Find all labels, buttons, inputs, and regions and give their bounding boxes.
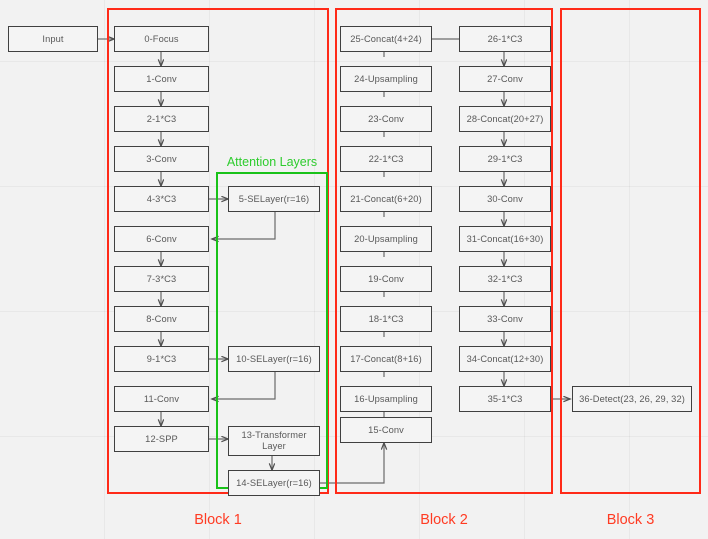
node-7-c3[interactable]: 7-3*C3 xyxy=(114,266,209,292)
attention-layers-label: Attention Layers xyxy=(226,155,318,169)
node-33-conv[interactable]: 33-Conv xyxy=(459,306,551,332)
node-32-c3[interactable]: 32-1*C3 xyxy=(459,266,551,292)
node-10-selayer[interactable]: 10-SELayer(r=16) xyxy=(228,346,320,372)
node-28-concat[interactable]: 28-Concat(20+27) xyxy=(459,106,551,132)
node-14-selayer[interactable]: 14-SELayer(r=16) xyxy=(228,470,320,496)
node-15-conv[interactable]: 15-Conv xyxy=(340,417,432,443)
diagram-canvas: Attention Layers Block 1 Block 2 Block 3 xyxy=(0,0,708,539)
block-2-label: Block 2 xyxy=(420,512,468,528)
node-31-concat[interactable]: 31-Concat(16+30) xyxy=(459,226,551,252)
node-13-transformer-layer[interactable]: 13-Transformer Layer xyxy=(228,426,320,456)
node-9-c3[interactable]: 9-1*C3 xyxy=(114,346,209,372)
node-23-conv[interactable]: 23-Conv xyxy=(340,106,432,132)
node-16-upsampling[interactable]: 16-Upsampling xyxy=(340,386,432,412)
node-17-concat[interactable]: 17-Concat(8+16) xyxy=(340,346,432,372)
node-3-conv[interactable]: 3-Conv xyxy=(114,146,209,172)
block-1-label: Block 1 xyxy=(194,512,242,528)
node-18-c3[interactable]: 18-1*C3 xyxy=(340,306,432,332)
node-21-concat[interactable]: 21-Concat(6+20) xyxy=(340,186,432,212)
node-25-concat[interactable]: 25-Concat(4+24) xyxy=(340,26,432,52)
node-29-c3[interactable]: 29-1*C3 xyxy=(459,146,551,172)
block-3-label: Block 3 xyxy=(606,512,655,528)
node-35-c3[interactable]: 35-1*C3 xyxy=(459,386,551,412)
node-11-conv[interactable]: 11-Conv xyxy=(114,386,209,412)
node-1-conv[interactable]: 1-Conv xyxy=(114,66,209,92)
node-36-detect[interactable]: 36-Detect(23, 26, 29, 32) xyxy=(572,386,692,412)
node-19-conv[interactable]: 19-Conv xyxy=(340,266,432,292)
node-30-conv[interactable]: 30-Conv xyxy=(459,186,551,212)
node-20-upsampling[interactable]: 20-Upsampling xyxy=(340,226,432,252)
node-2-c3[interactable]: 2-1*C3 xyxy=(114,106,209,132)
node-22-c3[interactable]: 22-1*C3 xyxy=(340,146,432,172)
node-5-selayer[interactable]: 5-SELayer(r=16) xyxy=(228,186,320,212)
node-6-conv[interactable]: 6-Conv xyxy=(114,226,209,252)
node-12-spp[interactable]: 12-SPP xyxy=(114,426,209,452)
node-input[interactable]: Input xyxy=(8,26,98,52)
node-26-c3[interactable]: 26-1*C3 xyxy=(459,26,551,52)
node-27-conv[interactable]: 27-Conv xyxy=(459,66,551,92)
block-3-boundary xyxy=(560,8,701,494)
node-8-conv[interactable]: 8-Conv xyxy=(114,306,209,332)
node-0-focus[interactable]: 0-Focus xyxy=(114,26,209,52)
node-4-c3[interactable]: 4-3*C3 xyxy=(114,186,209,212)
node-34-concat[interactable]: 34-Concat(12+30) xyxy=(459,346,551,372)
node-24-upsampling[interactable]: 24-Upsampling xyxy=(340,66,432,92)
